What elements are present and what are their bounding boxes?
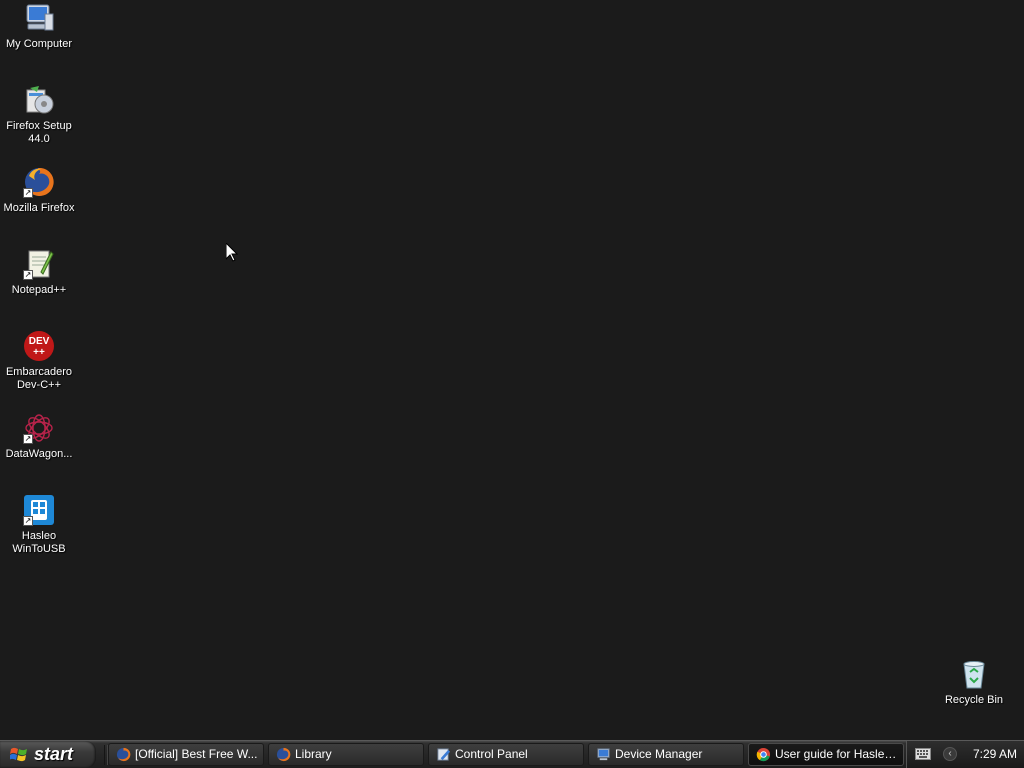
start-button[interactable]: start: [0, 741, 96, 768]
shortcut-arrow-icon: ↗: [23, 188, 33, 198]
wintousb-icon: ↗: [23, 494, 55, 526]
shortcut-arrow-icon: ↗: [23, 516, 33, 526]
keyboard-icon[interactable]: [915, 748, 931, 760]
chrome-icon: [756, 747, 771, 762]
taskbar-button-label: Control Panel: [455, 747, 528, 761]
firefox-icon: [276, 747, 291, 762]
start-label: start: [34, 744, 74, 764]
installer-icon: [23, 84, 55, 116]
desktop-icon-recycle-bin[interactable]: Recycle Bin: [935, 658, 1013, 707]
desktop-icon-my-computer[interactable]: My Computer: [0, 2, 78, 51]
desktop[interactable]: My Computer Firefox Setup 44.0 ↗ Mozilla…: [0, 0, 1024, 740]
dev-icon-plus: ++: [33, 347, 45, 358]
my-computer-icon: [23, 2, 55, 34]
datawagon-icon: ↗: [23, 412, 55, 444]
taskbar-button-device-manager[interactable]: Device Manager: [588, 743, 744, 766]
firefox-icon: ↗: [23, 166, 55, 198]
dev-cpp-icon: DEV ++: [23, 330, 55, 362]
shortcut-arrow-icon: ↗: [23, 434, 33, 444]
taskbar-button-label: Device Manager: [615, 747, 703, 761]
control-panel-icon: [437, 748, 451, 761]
dev-icon-text: DEV: [29, 336, 50, 347]
notepad-plus-plus-icon: ↗: [23, 248, 55, 280]
taskbar-button-library[interactable]: Library: [268, 743, 424, 766]
taskbar-button-label: User guide for Hasleo...: [775, 747, 902, 761]
taskbar-button-best-free[interactable]: [Official] Best Free W...: [108, 743, 264, 766]
desktop-icon-label: Recycle Bin: [944, 694, 1004, 706]
desktop-icon-datawagon[interactable]: ↗ DataWagon...: [0, 412, 78, 461]
taskbar-button-user-guide-hasleo[interactable]: User guide for Hasleo...: [748, 743, 904, 766]
taskbar: start [Official] Best Free W... Library …: [0, 740, 1024, 768]
taskbar-button-label: [Official] Best Free W...: [135, 747, 258, 761]
desktop-icon-label: Firefox Setup 44.0: [6, 120, 72, 145]
desktop-icon-label: Embarcadero Dev-C++: [5, 366, 73, 391]
desktop-icon-label: Notepad++: [11, 284, 67, 296]
desktop-icon-label: DataWagon...: [5, 448, 73, 460]
desktop-icon-dev-cpp[interactable]: DEV ++ Embarcadero Dev-C++: [0, 330, 78, 392]
device-manager-icon: [597, 748, 610, 761]
shortcut-arrow-icon: ↗: [23, 270, 33, 280]
recycle-bin-icon: [958, 658, 990, 690]
desktop-icon-hasleo-wintousb[interactable]: ↗ Hasleo WinToUSB: [0, 494, 78, 556]
windows-logo-icon: [10, 747, 27, 762]
desktop-icon-mozilla-firefox[interactable]: ↗ Mozilla Firefox: [0, 166, 78, 215]
desktop-icon-notepad-plus-plus[interactable]: ↗ Notepad++: [0, 248, 78, 297]
taskbar-clock[interactable]: 7:29 AM: [967, 741, 1023, 768]
taskbar-button-control-panel[interactable]: Control Panel: [428, 743, 584, 766]
desktop-icon-label: My Computer: [5, 38, 73, 50]
desktop-icon-firefox-setup[interactable]: Firefox Setup 44.0: [0, 84, 78, 146]
desktop-icon-label: Hasleo WinToUSB: [12, 530, 66, 555]
taskbar-button-label: Library: [295, 747, 332, 761]
show-hidden-icons-button[interactable]: ‹: [943, 747, 957, 761]
system-tray: ‹ 7:29 AM: [906, 741, 1024, 768]
mouse-cursor-icon: [226, 243, 238, 262]
firefox-icon: [116, 747, 131, 762]
desktop-icon-label: Mozilla Firefox: [3, 202, 75, 214]
